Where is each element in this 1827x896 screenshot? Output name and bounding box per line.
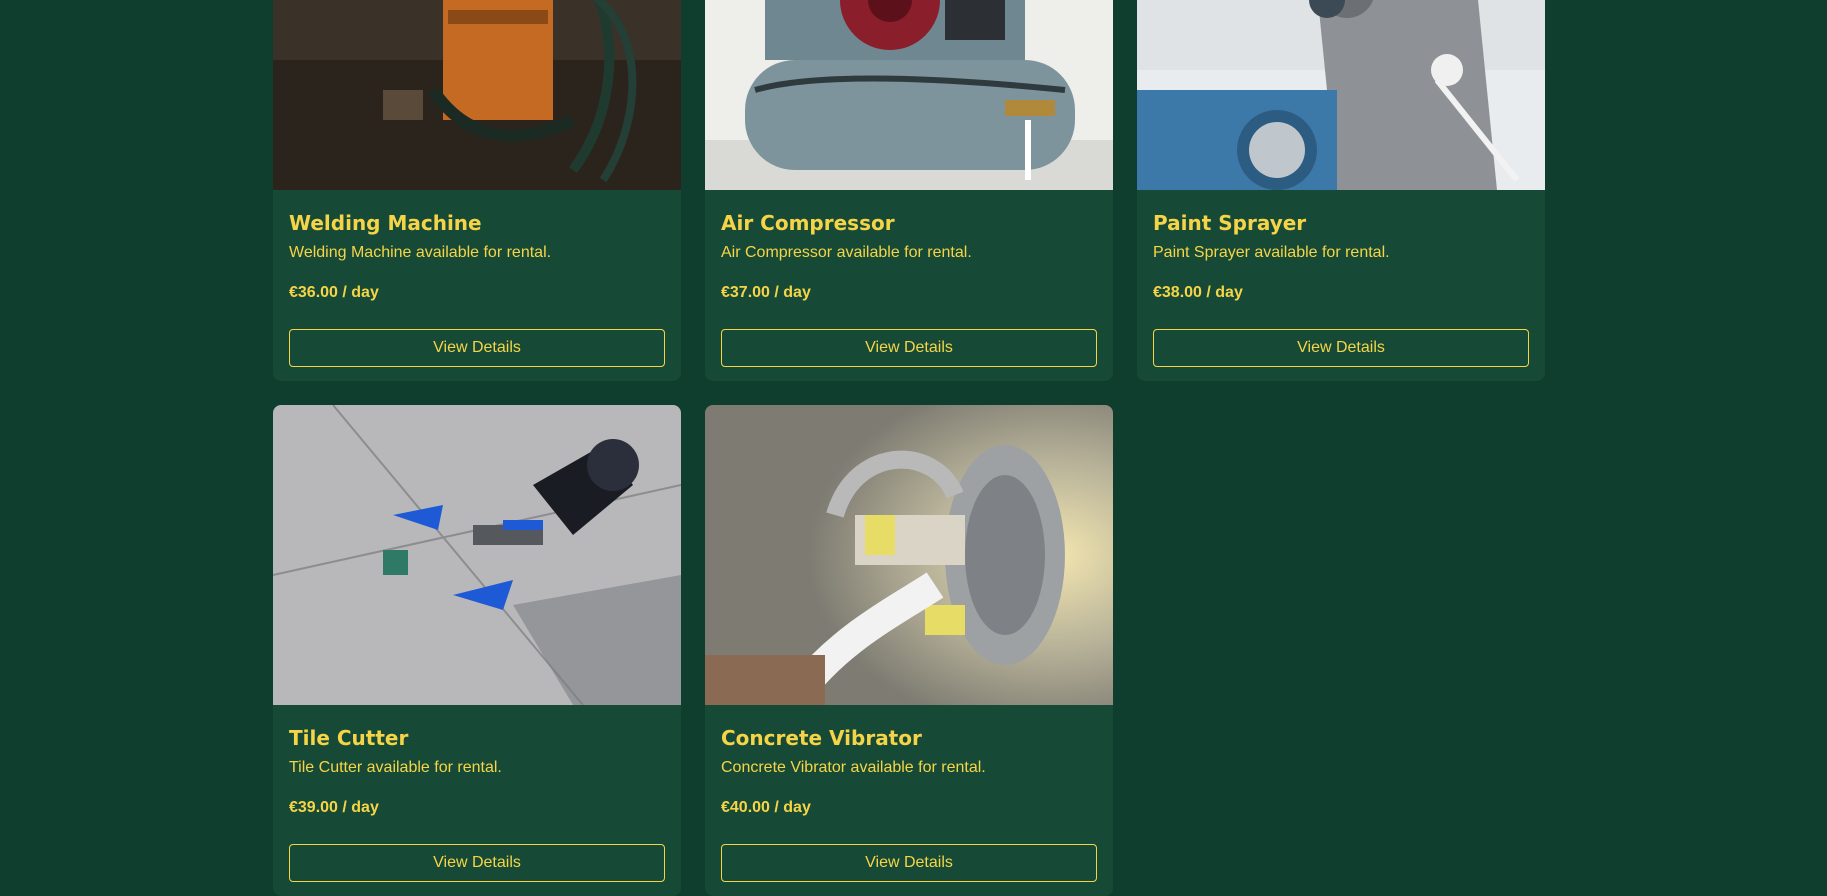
concrete-vibrator-image[interactable]	[705, 405, 1113, 705]
view-details-button[interactable]: View Details	[1153, 329, 1529, 367]
product-description: Concrete Vibrator available for rental.	[721, 759, 986, 776]
product-grid: Welding Machine Welding Machine availabl…	[273, 0, 1545, 896]
product-price: €38.00 / day	[1153, 284, 1243, 301]
view-details-button[interactable]: View Details	[721, 844, 1097, 882]
product-card: Welding Machine Welding Machine availabl…	[273, 0, 681, 381]
product-description: Air Compressor available for rental.	[721, 244, 972, 261]
view-details-button[interactable]: View Details	[721, 329, 1097, 367]
product-title: Paint Sprayer	[1153, 211, 1307, 235]
view-details-button[interactable]: View Details	[289, 844, 665, 882]
product-description: Tile Cutter available for rental.	[289, 759, 502, 776]
product-price: €39.00 / day	[289, 799, 379, 816]
product-description: Welding Machine available for rental.	[289, 244, 552, 261]
product-price: €36.00 / day	[289, 284, 379, 301]
product-title: Welding Machine	[289, 211, 482, 235]
view-details-button[interactable]: View Details	[289, 329, 665, 367]
tile-cutter-image[interactable]	[273, 405, 681, 705]
product-description: Paint Sprayer available for rental.	[1153, 244, 1390, 261]
paint-sprayer-image[interactable]	[1137, 0, 1545, 190]
product-card: Paint Sprayer Paint Sprayer available fo…	[1137, 0, 1545, 381]
product-title: Concrete Vibrator	[721, 726, 922, 750]
product-title: Tile Cutter	[289, 726, 409, 750]
product-price: €37.00 / day	[721, 284, 811, 301]
product-card: Tile Cutter Tile Cutter available for re…	[273, 405, 681, 896]
welding-machine-image[interactable]	[273, 0, 681, 190]
product-title: Air Compressor	[721, 211, 895, 235]
product-card: Air Compressor Air Compressor available …	[705, 0, 1113, 381]
product-price: €40.00 / day	[721, 799, 811, 816]
product-card: Concrete Vibrator Concrete Vibrator avai…	[705, 405, 1113, 896]
air-compressor-image[interactable]	[705, 0, 1113, 190]
